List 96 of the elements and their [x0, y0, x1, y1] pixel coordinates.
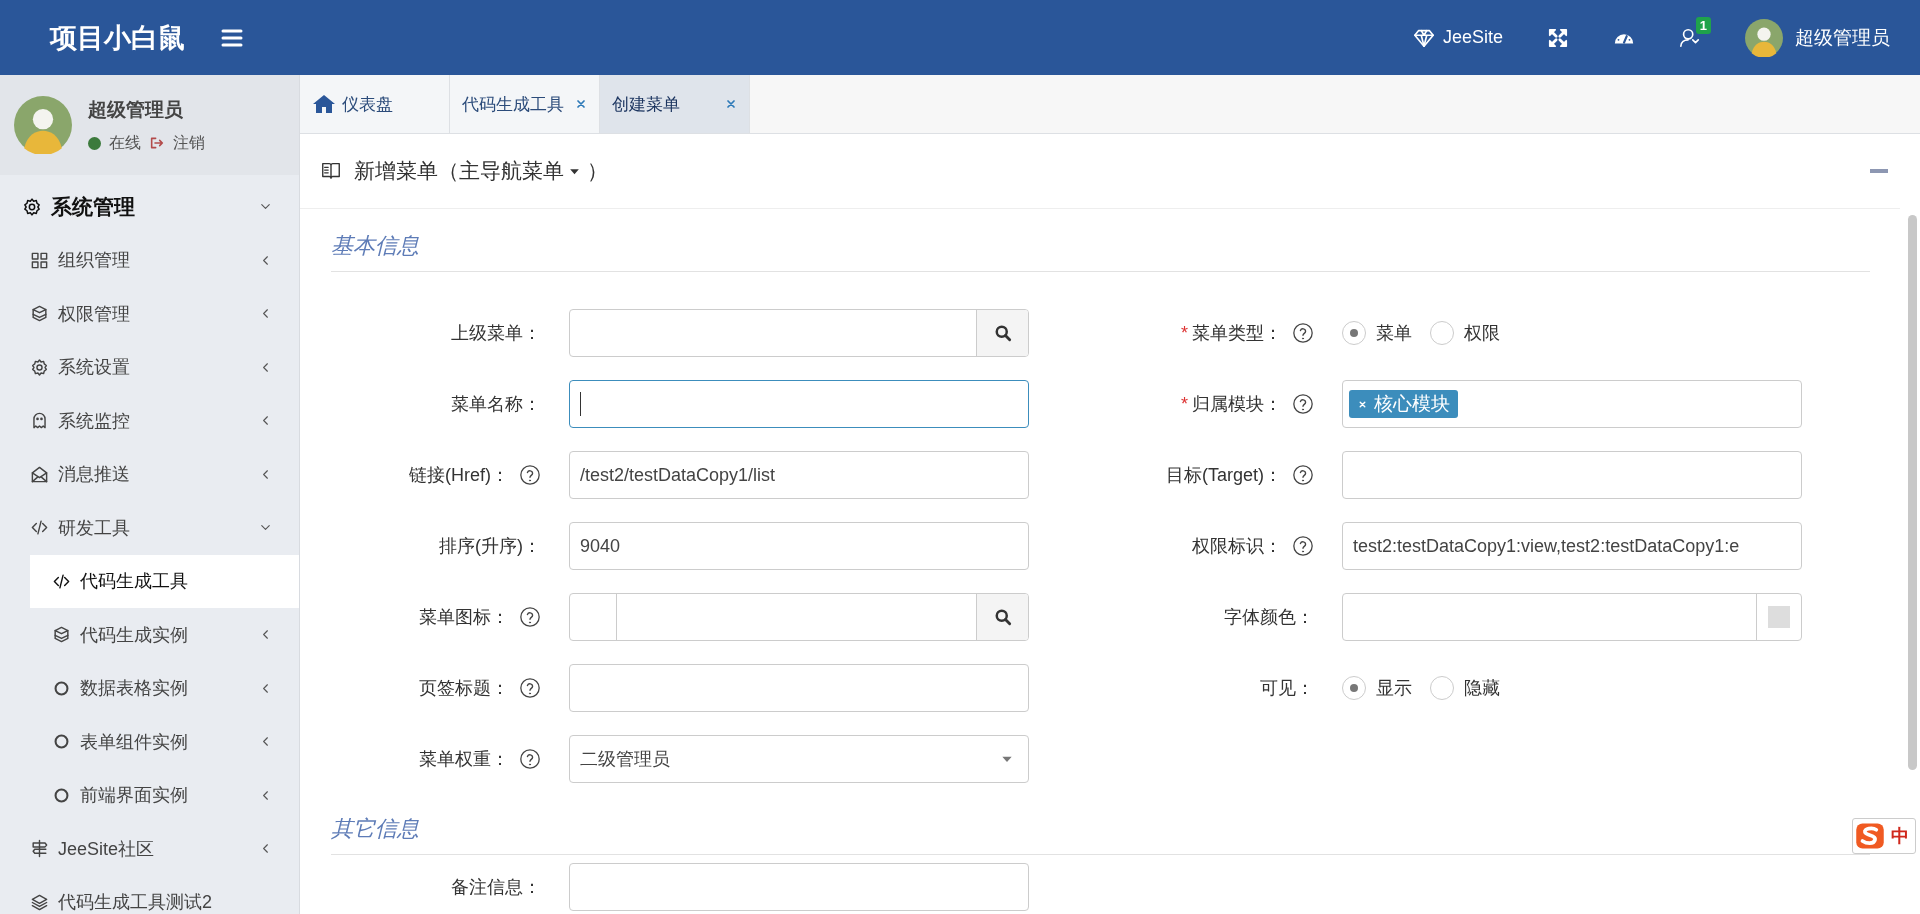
- field-label: 菜单图标：: [419, 606, 509, 629]
- user-icon: [1679, 26, 1701, 49]
- help-icon[interactable]: [519, 748, 541, 770]
- text-field[interactable]: [569, 664, 1029, 712]
- sidebar-item[interactable]: 代码生成实例: [30, 608, 299, 662]
- text-field[interactable]: 9040: [569, 522, 1029, 570]
- close-icon: [725, 98, 737, 110]
- radio-label: 权限: [1464, 322, 1500, 345]
- text-field[interactable]: [1342, 451, 1802, 499]
- required-mark: *: [1181, 393, 1188, 415]
- status-text: 在线: [109, 132, 141, 153]
- radio-label: 显示: [1376, 677, 1412, 700]
- search-button[interactable]: [976, 594, 1028, 640]
- ime-logo-icon: [1855, 821, 1885, 851]
- section-title: 基本信息: [331, 209, 1870, 272]
- radio-label: 隐藏: [1464, 677, 1500, 700]
- help-icon[interactable]: [1292, 535, 1314, 557]
- signpost-icon: [30, 839, 49, 859]
- icon-picker-field[interactable]: [569, 593, 1029, 641]
- required-mark: *: [1181, 322, 1188, 344]
- panel-title: 新增菜单（主导航菜单: [354, 158, 564, 184]
- user-name[interactable]: 超级管理员: [1795, 24, 1890, 51]
- search-button[interactable]: [976, 310, 1028, 356]
- home-icon: [312, 92, 336, 116]
- text-field[interactable]: [569, 863, 1029, 911]
- notification-count: 1: [1695, 16, 1711, 34]
- layers-icon: [30, 892, 49, 912]
- field-label: 备注信息：: [451, 876, 541, 899]
- field-label: 链接(Href)：: [409, 464, 509, 487]
- help-icon[interactable]: [519, 464, 541, 486]
- field-label: 目标(Target)：: [1166, 464, 1282, 487]
- help-icon[interactable]: [519, 606, 541, 628]
- sidebar-item[interactable]: 研发工具: [0, 501, 299, 555]
- scrollbar[interactable]: [1908, 215, 1917, 770]
- jeesite-link[interactable]: JeeSite: [1412, 26, 1503, 49]
- field-label: 菜单名称：: [451, 393, 541, 416]
- help-icon[interactable]: [1292, 393, 1314, 415]
- avatar: [14, 96, 72, 154]
- field-label: 归属模块：: [1192, 393, 1282, 416]
- color-swatch[interactable]: [1768, 606, 1790, 628]
- notification-button[interactable]: [1679, 26, 1701, 49]
- sidebar-item[interactable]: JeeSite社区: [0, 822, 299, 876]
- field-label: 字体颜色：: [1224, 606, 1314, 629]
- field-label: 上级菜单：: [451, 322, 541, 345]
- sidebar-item[interactable]: 系统监控: [0, 394, 299, 448]
- envelope-icon: [30, 464, 49, 484]
- sidebar-item[interactable]: 组织管理: [0, 233, 299, 287]
- cube-icon: [52, 625, 71, 645]
- radio-button[interactable]: [1342, 676, 1366, 700]
- help-icon[interactable]: [1292, 464, 1314, 486]
- field-label: 页签标题：: [419, 677, 509, 700]
- user-name: 超级管理员: [88, 97, 184, 122]
- cube-icon: [30, 304, 49, 324]
- tag[interactable]: 核心模块: [1349, 390, 1458, 418]
- logout-link[interactable]: 注销: [173, 132, 205, 154]
- help-icon[interactable]: [1292, 322, 1314, 344]
- sidebar-item[interactable]: 权限管理: [0, 287, 299, 341]
- ghost-icon: [30, 411, 49, 431]
- field-label: 权限标识：: [1192, 535, 1282, 558]
- field-label: 菜单权重：: [419, 748, 509, 771]
- color-field[interactable]: [1342, 593, 1802, 641]
- tab[interactable]: 创建菜单: [600, 75, 750, 133]
- radio-button[interactable]: [1430, 321, 1454, 345]
- avatar: [1745, 18, 1783, 57]
- field-label: 可见：: [1260, 677, 1314, 700]
- text-field[interactable]: /test2/testDataCopy1/list: [569, 451, 1029, 499]
- fullscreen-icon: [1547, 26, 1569, 49]
- sidebar-item[interactable]: 系统管理: [0, 180, 299, 234]
- radio-label: 菜单: [1376, 322, 1412, 345]
- sidebar-item[interactable]: 消息推送: [0, 447, 299, 501]
- text-field[interactable]: test2:testDataCopy1:view,test2:testDataCopy1:e: [1342, 522, 1802, 570]
- field-label: 排序(升序)：: [439, 535, 541, 558]
- sidebar-item[interactable]: 前端界面实例: [30, 768, 299, 822]
- gear-icon: [22, 196, 42, 217]
- radio-button[interactable]: [1430, 676, 1454, 700]
- ime-indicator[interactable]: 中: [1852, 818, 1916, 854]
- app-logo[interactable]: 项目小白鼠: [50, 19, 220, 56]
- online-dot: [88, 136, 101, 150]
- radio-button[interactable]: [1342, 321, 1366, 345]
- field-label: 菜单类型：: [1192, 322, 1282, 345]
- sidebar-item[interactable]: 代码生成工具: [30, 554, 299, 608]
- sidebar-item[interactable]: 系统设置: [0, 340, 299, 394]
- gear-icon: [30, 357, 49, 377]
- logout-icon: [149, 135, 165, 151]
- grid-icon: [30, 250, 49, 270]
- search-field[interactable]: [569, 309, 1029, 357]
- tag-field[interactable]: 核心模块: [1342, 380, 1802, 428]
- sidebar-item[interactable]: 代码生成工具测试2: [0, 875, 299, 914]
- sidebar-item[interactable]: 表单组件实例: [30, 715, 299, 769]
- help-icon[interactable]: [519, 677, 541, 699]
- book-icon: [320, 160, 342, 182]
- select-field[interactable]: 二级管理员: [569, 735, 1029, 783]
- sidebar-item[interactable]: 数据表格实例: [30, 661, 299, 715]
- text-field[interactable]: [569, 380, 1029, 428]
- panel-title-end: ）: [587, 158, 608, 184]
- close-icon: [575, 98, 587, 110]
